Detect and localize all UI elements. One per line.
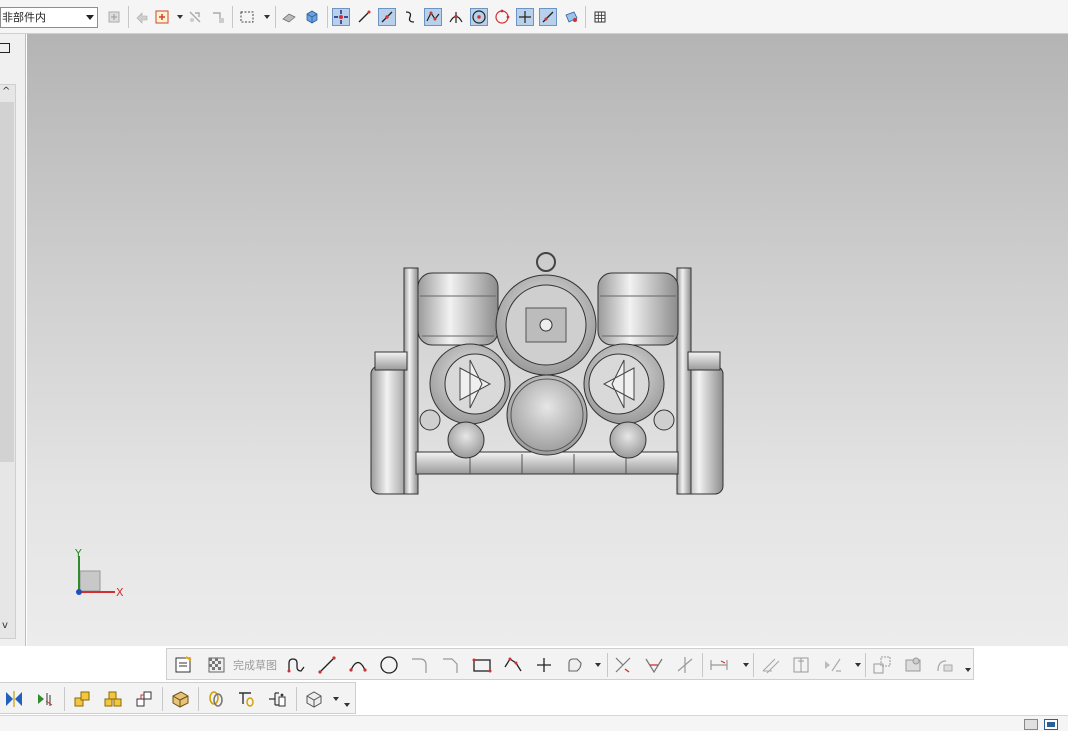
chevron-down-icon[interactable]: [965, 668, 971, 672]
snap-quadrant-icon[interactable]: [493, 8, 511, 26]
rapid-dimension-icon[interactable]: [708, 654, 730, 676]
coordinate-triad: Y X: [74, 547, 124, 599]
snap-control-icon[interactable]: [424, 8, 442, 26]
chamfer-icon[interactable]: [440, 654, 462, 676]
snap-point-icon[interactable]: [516, 8, 534, 26]
alternate-solution-icon[interactable]: [933, 654, 955, 676]
panel-scrollbar[interactable]: ^ v: [0, 84, 16, 639]
chevron-down-icon[interactable]: v: [2, 620, 8, 631]
add-component-icon[interactable]: [71, 688, 93, 710]
toolbar-separator: [198, 687, 199, 711]
chevron-down-icon[interactable]: [743, 663, 749, 667]
toolbar-separator: [702, 653, 703, 677]
toolbar-separator: [128, 6, 129, 28]
undo-arrow-icon[interactable]: [133, 8, 151, 26]
assembly-sequence-icon[interactable]: [303, 688, 325, 710]
toolbar-separator: [753, 653, 754, 677]
snap-face-icon[interactable]: [562, 8, 580, 26]
snap-line-icon[interactable]: [355, 8, 373, 26]
wcs-icon[interactable]: [105, 8, 123, 26]
convert-reference-icon[interactable]: [871, 654, 893, 676]
sketch-toolbar: 完成草图: [166, 648, 974, 680]
toolbar-separator: [162, 687, 163, 711]
x-axis-label: X: [116, 586, 124, 599]
toolbar-separator: [607, 653, 608, 677]
chevron-down-icon[interactable]: [333, 697, 339, 701]
status-bar: [0, 715, 1068, 731]
offset-curve-icon[interactable]: [564, 654, 586, 676]
panel-restore-icon[interactable]: [0, 43, 10, 53]
replace-component-icon[interactable]: [169, 688, 191, 710]
chevron-up-icon[interactable]: ^: [2, 86, 10, 97]
toolbar-separator: [296, 687, 297, 711]
snap-edit-icon[interactable]: [209, 8, 227, 26]
make-corner-icon[interactable]: [674, 654, 696, 676]
selection-filter-dropdown[interactable]: 非部件内: [0, 7, 98, 28]
vertical-dimension-icon[interactable]: [790, 654, 812, 676]
rectangle-icon[interactable]: [471, 654, 493, 676]
line-icon[interactable]: [316, 654, 338, 676]
fillet-icon[interactable]: [409, 654, 431, 676]
quick-extend-icon[interactable]: [643, 654, 665, 676]
toolbar-separator: [232, 6, 233, 28]
chevron-down-icon[interactable]: [344, 703, 350, 707]
arc-icon[interactable]: [347, 654, 369, 676]
snap-curve-icon[interactable]: [401, 8, 419, 26]
profile-icon[interactable]: [285, 654, 307, 676]
new-component-icon[interactable]: [102, 688, 124, 710]
resource-panel: ^ v: [0, 34, 26, 646]
rov-model-front-view: Y X: [74, 252, 724, 599]
toolbar-separator: [327, 6, 328, 28]
status-window-icon[interactable]: [1044, 719, 1058, 730]
toolbar-separator: [865, 653, 866, 677]
chevron-down-icon[interactable]: [264, 15, 270, 19]
circle-icon[interactable]: [378, 654, 400, 676]
quick-trim-icon[interactable]: [612, 654, 634, 676]
shaded-view-icon[interactable]: [280, 8, 298, 26]
grid-icon[interactable]: [591, 8, 609, 26]
status-mesh-icon[interactable]: [1024, 719, 1038, 730]
top-toolbar: 非部件内: [0, 0, 1068, 34]
animate-dimension-icon[interactable]: [902, 654, 924, 676]
polygon-icon[interactable]: [502, 654, 524, 676]
assembly-toolbar: [0, 682, 356, 714]
scrollbar-thumb[interactable]: [0, 102, 14, 462]
snap-move-icon[interactable]: [186, 8, 204, 26]
snap-midline-icon[interactable]: [378, 8, 396, 26]
chevron-down-icon: [86, 15, 94, 20]
toolbar-separator: [275, 6, 276, 28]
parallel-constraint-icon[interactable]: [759, 654, 781, 676]
snap-intersection-icon[interactable]: [447, 8, 465, 26]
rectangle-select-icon[interactable]: [238, 8, 256, 26]
chevron-down-icon[interactable]: [595, 663, 601, 667]
snap-endpoint-icon[interactable]: [332, 8, 350, 26]
sketch-icon[interactable]: [173, 654, 195, 676]
snap-center-icon[interactable]: [470, 8, 488, 26]
explode-view-icon[interactable]: [266, 688, 288, 710]
geometric-constraint-icon[interactable]: [821, 654, 843, 676]
selection-filter-value: 非部件内: [2, 11, 46, 24]
graphics-viewport[interactable]: Y X: [27, 34, 1068, 646]
toolbar-separator: [64, 687, 65, 711]
finish-sketch-flag-icon[interactable]: [205, 654, 227, 676]
chevron-down-icon[interactable]: [177, 15, 183, 19]
cube-view-icon[interactable]: [303, 8, 321, 26]
mirror-assembly-icon[interactable]: [3, 688, 25, 710]
show-constraints-icon[interactable]: [236, 688, 258, 710]
assembly-constraint-icon[interactable]: [205, 688, 227, 710]
move-component-icon[interactable]: [34, 688, 56, 710]
chevron-down-icon[interactable]: [855, 663, 861, 667]
snap-on-curve-icon[interactable]: [539, 8, 557, 26]
snap-add-icon[interactable]: [153, 8, 171, 26]
finish-sketch-label[interactable]: 完成草图: [233, 657, 277, 673]
toolbar-separator: [585, 6, 586, 28]
point-icon[interactable]: [533, 654, 555, 676]
y-axis-label: Y: [74, 547, 82, 560]
component-array-icon[interactable]: [133, 688, 155, 710]
